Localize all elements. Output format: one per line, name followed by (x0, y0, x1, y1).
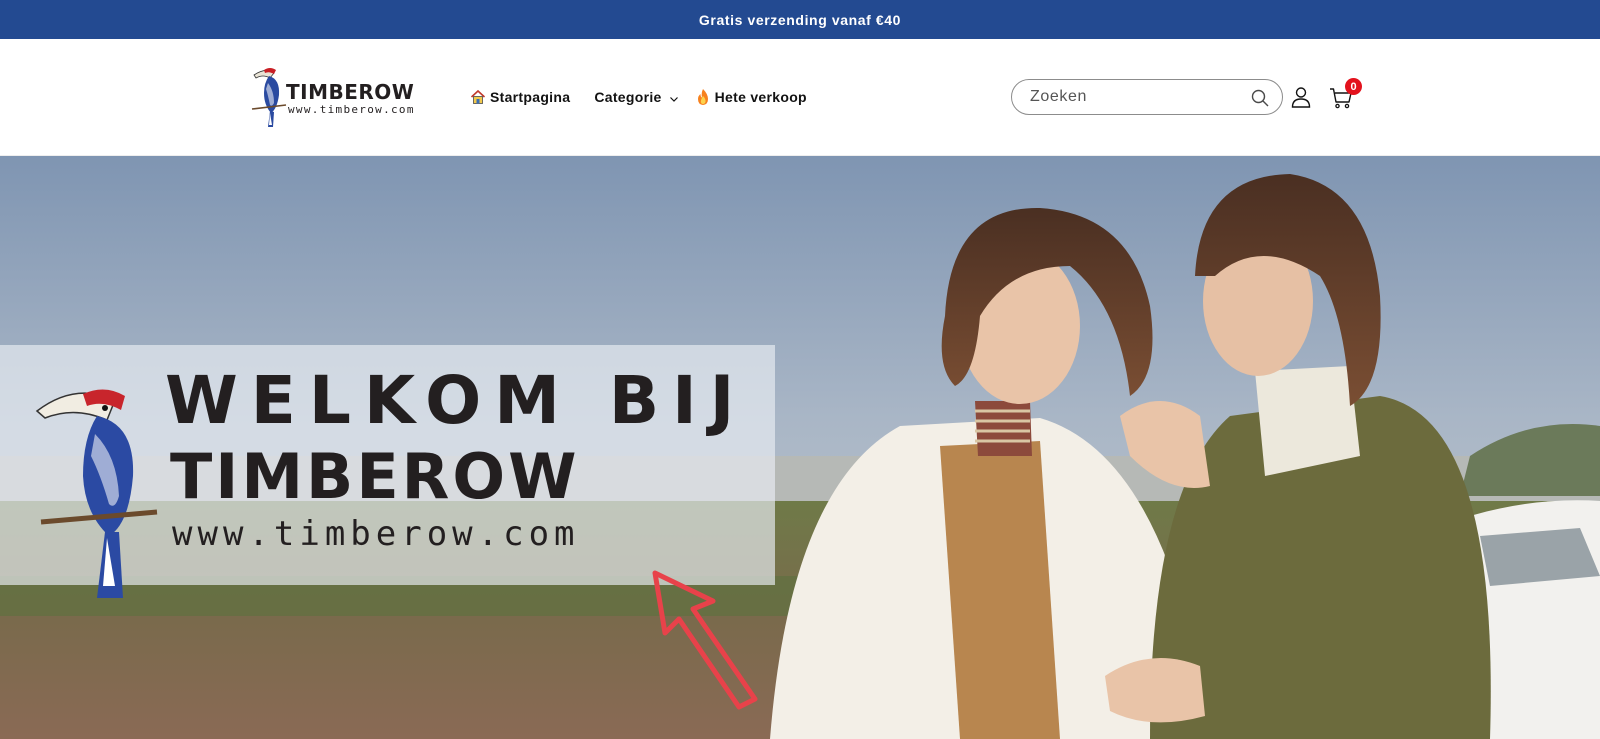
nav-item-hot-sale[interactable]: Hete verkoop (694, 84, 807, 110)
announcement-text: Gratis verzending vanaf €40 (698, 11, 902, 28)
cart-count-badge: 0 (1345, 78, 1362, 95)
main-nav: Startpagina Categorie Hete verkoop (469, 84, 807, 110)
chevron-down-icon (668, 93, 680, 105)
site-header: TIMBEROW www.timberow.com Startpagina Ca… (0, 39, 1600, 156)
nav-item-category[interactable]: Categorie (594, 84, 679, 110)
search-box (1011, 79, 1283, 115)
user-icon[interactable] (1289, 85, 1313, 109)
search-input[interactable] (1030, 80, 1240, 114)
hero-banner[interactable]: WELKOM BIJ TIMBEROW www.timberow.com (0, 156, 1600, 739)
site-logo[interactable]: TIMBEROW www.timberow.com (250, 65, 432, 129)
home-icon (469, 88, 487, 106)
pointer-arrow-icon (652, 570, 758, 710)
nav-home-label: Startpagina (490, 89, 571, 105)
hero-brand-heading: TIMBEROW (170, 440, 580, 513)
nav-item-home[interactable]: Startpagina (469, 84, 570, 110)
flame-icon (694, 88, 712, 106)
hero-url-text: www.timberow.com (172, 514, 580, 554)
hero-welcome-heading: WELKOM BIJ (165, 362, 748, 439)
nav-category-label: Categorie (594, 89, 662, 105)
logo-url: www.timberow.com (288, 103, 415, 116)
nav-hot-label: Hete verkoop (714, 89, 807, 105)
search-icon[interactable] (1250, 88, 1270, 108)
logo-wordmark: TIMBEROW (286, 80, 415, 104)
announcement-bar: Gratis verzending vanaf €40 (0, 0, 1600, 39)
hornbill-mascot-icon (35, 389, 158, 598)
